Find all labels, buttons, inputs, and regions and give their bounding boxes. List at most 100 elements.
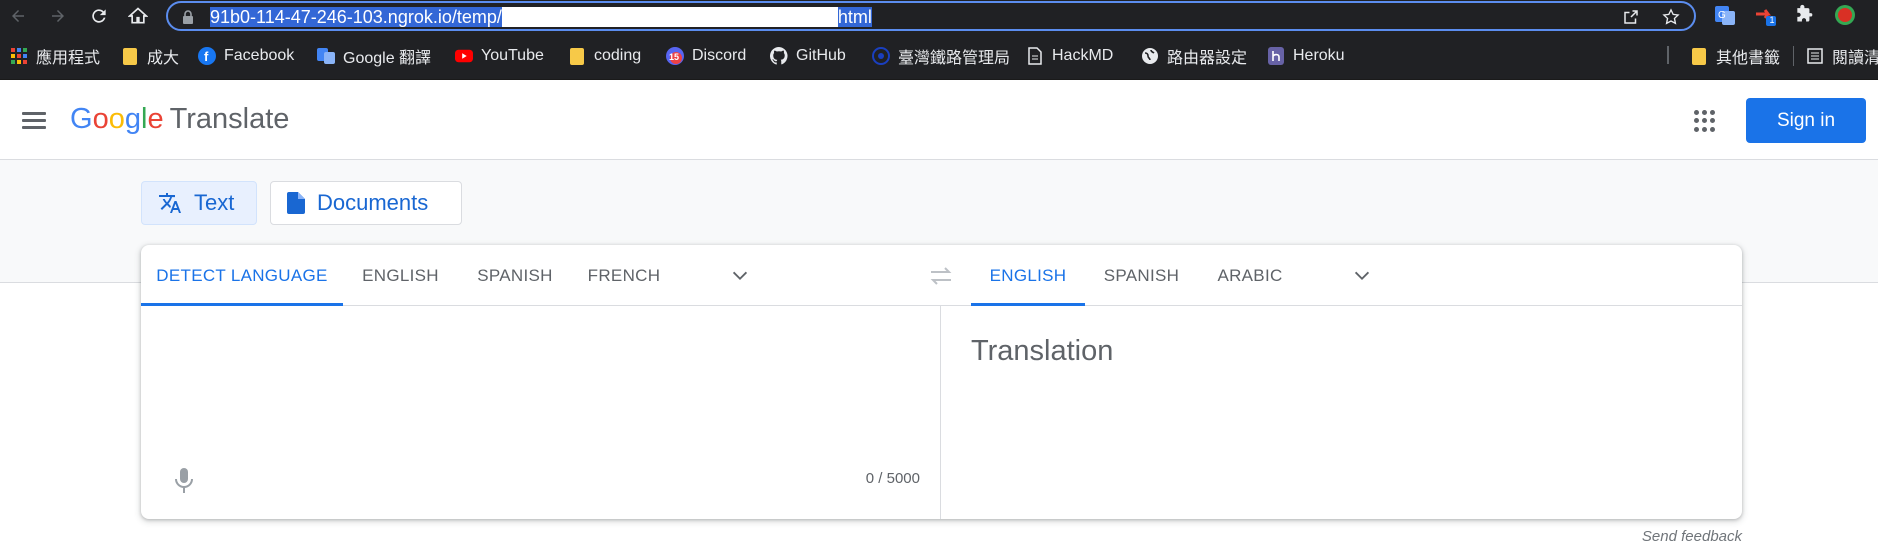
bookmark-heroku[interactable]: Heroku [1267,46,1345,66]
bookmark-label: 路由器設定 [1167,50,1248,67]
documents-mode-button[interactable]: Documents [270,181,462,225]
bookmark-label: HackMD [1052,47,1114,64]
reload-icon [92,9,106,23]
reading-list-icon [1806,47,1824,65]
extensions-puzzle-icon[interactable] [1794,4,1816,26]
lock-icon[interactable] [182,10,194,24]
bookmark-label: Heroku [1293,47,1345,64]
bookmark-label: 其他書籤 [1716,50,1781,67]
logo-letter: g [124,103,141,135]
swap-languages-icon[interactable] [928,264,954,288]
target-lang-tab-arabic[interactable]: ARABIC [1198,245,1302,306]
browser-toolbar: 91b0-114-47-246-103.ngrok.io/temp/html G… [0,0,1878,32]
svg-text:G: G [1718,10,1726,21]
discord-badge: 15 [669,52,680,62]
heroku-icon [1267,47,1285,65]
target-lang-tab-spanish[interactable]: SPANISH [1085,245,1198,306]
url-suffix: html [837,7,872,27]
url-prefix: 91b0-114-47-246-103.ngrok.io/temp/ [210,7,502,27]
bookmark-label: 臺灣鐵路管理局 [898,50,1011,67]
bookmark-apps[interactable]: 應用程式 [10,46,101,67]
google-apps-icon[interactable] [1694,110,1716,132]
google-translate-logo[interactable]: Google Translate [70,102,289,136]
bookmark-google-translate[interactable]: Google 翻譯 [317,46,432,67]
menu-icon-bar [22,126,46,129]
target-lang-tab-english[interactable]: ENGLISH [971,245,1085,306]
star-icon[interactable] [1662,8,1680,26]
text-mode-label: Text [194,190,235,215]
address-bar[interactable]: 91b0-114-47-246-103.ngrok.io/temp/html [166,1,1696,31]
sign-in-button[interactable]: Sign in [1746,98,1866,143]
send-feedback-link[interactable]: Send feedback [1600,528,1742,544]
translate-icon [158,191,182,215]
railway-icon [872,47,890,65]
pdf-extension-icon[interactable]: 1 [1754,4,1776,26]
bookmark-discord[interactable]: 15 Discord [666,46,746,66]
reading-list-button[interactable]: 閱讀清 [1806,46,1878,67]
source-lang-tab-english[interactable]: ENGLISH [343,245,458,306]
home-icon [128,7,148,24]
translation-output: Translation [971,335,1114,367]
reload-button[interactable] [87,4,111,28]
document-icon [1026,47,1044,65]
svg-text:f: f [204,49,209,64]
document-icon [287,192,305,214]
app-header: Google Translate Sign in [0,80,1878,160]
translation-card: DETECT LANGUAGE ENGLISH SPANISH FRENCH E… [141,245,1742,519]
menu-icon [22,112,46,115]
documents-mode-label: Documents [317,190,429,215]
bookmark-folder-ncku[interactable]: 成大 [121,46,180,67]
google-translate-extension-icon[interactable]: G [1714,4,1736,26]
source-lang-tab-french[interactable]: FRENCH [572,245,676,306]
bookmark-folder-coding[interactable]: coding [568,46,641,66]
main-menu-button[interactable] [22,108,46,132]
target-lang-more-chevron-down-icon[interactable] [1351,265,1373,287]
apps-grid-icon [10,47,28,65]
google-translate-icon [317,47,335,65]
bookmark-label: Google 翻譯 [343,50,432,67]
back-button[interactable] [6,4,30,28]
source-lang-tab-detect[interactable]: DETECT LANGUAGE [141,245,343,306]
bookmark-label: 應用程式 [36,50,101,67]
bookmark-router-settings[interactable]: 路由器設定 [1141,46,1248,67]
folder-icon [1690,47,1708,65]
bookmarks-separator [1793,46,1794,66]
url-text[interactable]: 91b0-114-47-246-103.ngrok.io/temp/html [210,7,872,27]
source-lang-tab-spanish[interactable]: SPANISH [458,245,572,306]
source-lang-more-chevron-down-icon[interactable] [729,265,751,287]
home-button[interactable] [126,4,150,28]
globe-icon [1141,47,1159,65]
language-bar: DETECT LANGUAGE ENGLISH SPANISH FRENCH E… [141,245,1742,306]
logo-letter: G [70,103,93,135]
arrow-right-icon [52,10,64,22]
microphone-icon[interactable] [174,467,194,495]
bookmark-label: coding [594,47,642,64]
logo-letter: o [92,103,109,135]
folder-icon [568,47,586,65]
bookmark-taiwan-railway[interactable]: 臺灣鐵路管理局 [872,46,1011,67]
text-mode-button[interactable]: Text [141,181,257,225]
arrow-left-icon [12,10,24,22]
folder-icon [121,47,139,65]
menu-icon-bar [22,119,46,122]
logo-letter: o [108,103,125,135]
extension-badge: 1 [1769,15,1775,25]
bookmark-label: Facebook [224,47,295,64]
bookmark-hackmd[interactable]: HackMD [1026,46,1113,66]
source-text-area[interactable] [141,306,940,519]
profile-avatar[interactable] [1834,4,1856,26]
facebook-icon: f [198,47,216,65]
product-name: Translate [169,103,290,135]
url-redacted [501,7,838,27]
bookmark-label: 閱讀清 [1832,50,1878,67]
bookmark-folder-other[interactable]: 其他書籤 [1690,46,1781,67]
bookmark-label: YouTube [481,47,544,64]
share-icon[interactable] [1622,8,1640,26]
forward-button[interactable] [46,4,70,28]
character-counter: 0 / 5000 [865,470,920,487]
bookmark-facebook[interactable]: f Facebook [198,46,294,66]
bookmark-label: GitHub [796,47,846,64]
bookmark-label: 成大 [147,50,180,67]
bookmark-youtube[interactable]: YouTube [455,46,544,66]
bookmark-github[interactable]: GitHub [770,46,846,66]
